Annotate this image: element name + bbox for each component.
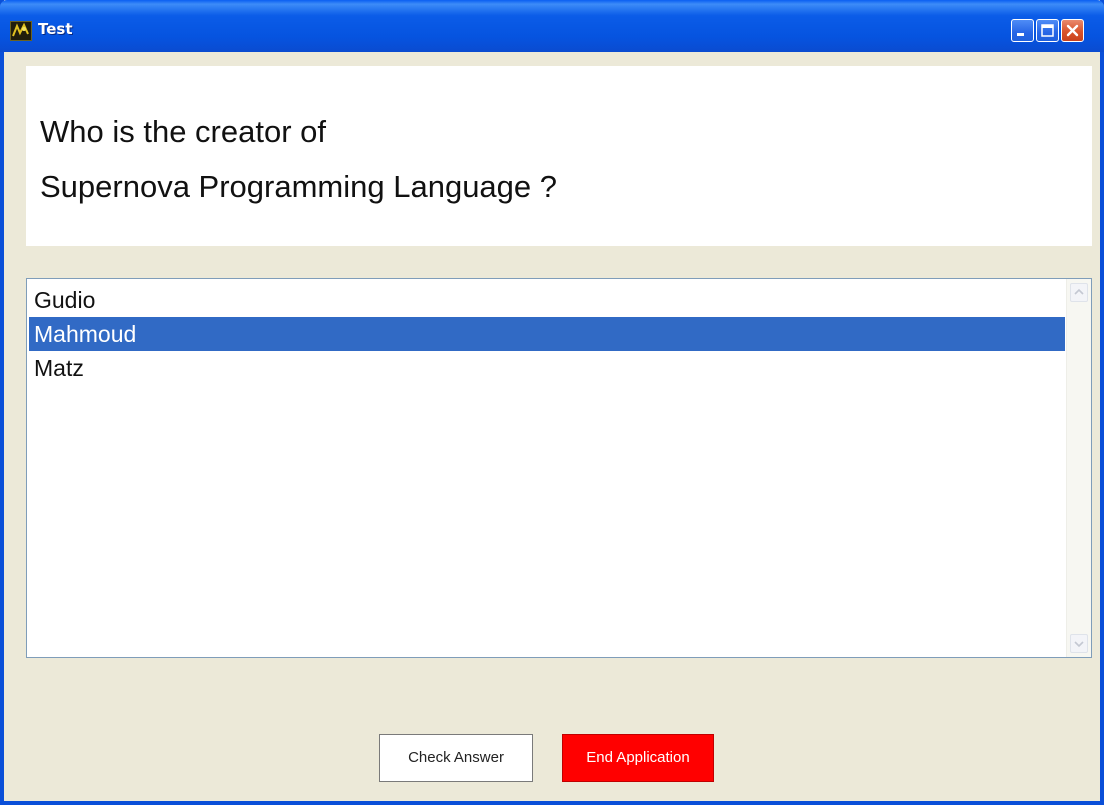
question-text-line-2: Supernova Programming Language ? [40,169,558,204]
app-icon[interactable] [10,21,32,41]
scroll-up-button[interactable] [1070,283,1088,302]
end-application-button[interactable]: End Application [562,734,714,782]
list-item-gudio[interactable]: Gudio [29,283,1065,317]
window-title: Test [38,20,73,38]
minimize-button[interactable] [1011,19,1034,42]
check-answer-button[interactable]: Check Answer [379,734,533,782]
scroll-down-button[interactable] [1070,634,1088,653]
scroll-down-arrow-icon [1074,641,1084,648]
question-panel: Who is the creator of Supernova Programm… [26,66,1092,246]
maximize-icon [1041,24,1054,37]
list-item-matz[interactable]: Matz [29,351,1065,385]
close-button[interactable] [1061,19,1084,42]
answer-list[interactable]: Gudio Mahmoud Matz [26,278,1092,658]
list-item-mahmoud[interactable]: Mahmoud [29,317,1065,351]
title-bar[interactable]: Test [0,0,1104,52]
maximize-button[interactable] [1036,19,1059,42]
app-window: Test Who is the creator of Supernova Pro… [0,0,1104,805]
scroll-up-arrow-icon [1074,288,1084,295]
minimize-icon [1017,33,1024,36]
close-icon [1066,24,1079,37]
question-text-line-1: Who is the creator of [40,114,327,149]
vertical-scrollbar[interactable] [1066,279,1091,657]
